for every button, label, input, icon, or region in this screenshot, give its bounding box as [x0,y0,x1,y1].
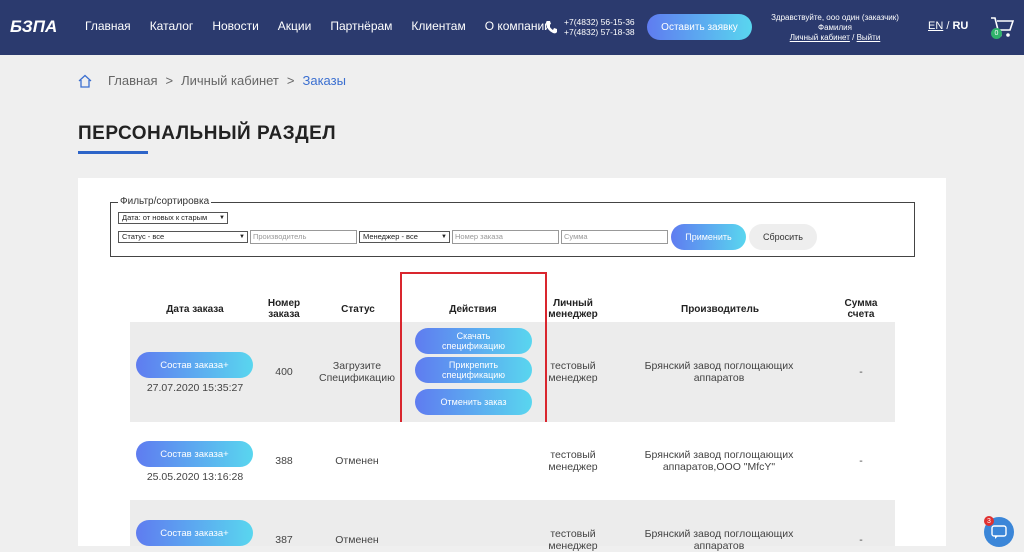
phone-1[interactable]: +7(4832) 56-15-36 [564,17,635,27]
col-header-number-line2: заказа [268,309,300,320]
actions-highlight-frame [400,272,547,434]
order-producer: Брянский завод поглощающих аппаратов [620,360,818,384]
order-status: Отменен [335,455,379,467]
breadcrumb-home[interactable]: Главная [108,73,157,88]
sum-input[interactable]: Сумма [561,230,668,244]
order-producer-line1: Брянский завод поглощающих [644,528,794,540]
nav-item-partners[interactable]: Партнёрам [330,19,392,33]
nav-item-about[interactable]: О компании [485,19,551,33]
order-number-input[interactable]: Номер заказа [452,230,559,244]
breadcrumb-cabinet[interactable]: Личный кабинет [181,73,279,88]
lang-en[interactable]: EN [928,20,943,32]
order-manager-line1: тестовый [550,528,596,540]
order-contents-button[interactable]: Состав заказа+ [136,352,253,378]
order-status: Отменен [335,534,379,546]
order-contents-button[interactable]: Состав заказа+ [136,441,253,467]
order-manager-line2: менеджер [548,372,598,384]
order-manager-line2: менеджер [548,461,598,473]
logout-link[interactable]: Выйти [857,33,881,42]
chat-unread-badge: 3 [984,516,994,526]
link-separator: / [852,33,855,42]
order-producer-line2: аппаратов [693,540,745,552]
user-block: Здравствуйте, ооо один (заказчик) Фамили… [760,13,910,43]
order-number: 388 [275,455,293,467]
title-underline [78,151,148,154]
col-header-date: Дата заказа [166,304,224,315]
logo[interactable]: БЗПА [10,16,68,36]
nav-item-news[interactable]: Новости [212,19,258,33]
cart-count-badge: 0 [991,28,1002,39]
nav-item-catalog[interactable]: Каталог [150,19,194,33]
user-surname: Фамилия [818,23,852,32]
lang-ru[interactable]: RU [952,20,968,32]
order-date: 25.05.2020 13:16:28 [146,471,244,483]
home-icon[interactable] [78,74,92,88]
chevron-down-icon: ▼ [239,234,245,240]
order-producer-line2: аппаратов [693,372,745,384]
col-header-producer: Производитель [681,304,759,315]
order-producer: Брянский завод поглощающих аппаратов,ООО… [620,449,818,473]
order-sum: - [859,366,863,378]
nav-item-clients[interactable]: Клиентам [411,19,465,33]
breadcrumb-separator: > [165,73,174,88]
manager-select[interactable]: Менеджер - все ▼ [359,231,450,243]
reset-button[interactable]: Сбросить [749,224,817,250]
col-header-number: Номер заказа [254,298,314,320]
order-manager-line1: тестовый [550,449,596,461]
col-header-sum-line2: счета [847,309,875,320]
col-header-manager-line2: менеджер [548,309,598,320]
order-manager: тестовый менеджер [540,528,606,552]
sort-select-value: Дата: от новых к старым [122,213,208,222]
col-header-manager: Личный менеджер [540,298,606,320]
language-switch: EN / RU [928,20,968,32]
breadcrumb: Главная > Личный кабинет > Заказы [78,73,346,88]
producer-input[interactable]: Производитель [250,230,357,244]
phone-icon [546,21,557,34]
order-producer-line1: Брянский завод поглощающих [644,360,794,372]
sort-select[interactable]: Дата: от новых к старым ▼ [118,212,228,224]
nav-item-home[interactable]: Главная [85,19,131,33]
page-title: ПЕРСОНАЛЬНЫЙ РАЗДЕЛ [78,123,337,144]
user-greeting: Здравствуйте, ооо один (заказчик) [771,13,899,22]
col-header-manager-line1: Личный [553,298,593,309]
cabinet-link[interactable]: Личный кабинет [790,33,850,42]
order-sum: - [859,534,863,546]
breadcrumb-separator: > [286,73,295,88]
order-manager-line2: менеджер [548,540,598,552]
filter-legend: Фильтр/сортировка [118,196,212,207]
apply-button[interactable]: Применить [671,224,746,250]
order-status-line1: Загрузите [332,360,382,372]
svg-text:БЗПА: БЗПА [10,17,57,36]
order-contents-button[interactable]: Состав заказа+ [136,520,253,546]
status-select-value: Статус - все [122,232,165,241]
status-select[interactable]: Статус - все ▼ [118,231,248,243]
order-manager: тестовый менеджер [540,449,606,473]
phone-2[interactable]: +7(4832) 57-18-38 [564,27,635,37]
col-header-number-line1: Номер [267,298,301,309]
col-header-sum: Сумма счета [830,298,892,320]
order-manager-line1: тестовый [550,360,596,372]
order-date: 27.07.2020 15:35:27 [146,382,244,394]
order-sum: - [859,455,863,467]
order-number: 400 [275,366,293,378]
chevron-down-icon: ▼ [441,234,447,240]
col-header-sum-line1: Сумма [844,298,878,309]
phones: +7(4832) 56-15-36 +7(4832) 57-18-38 [564,17,635,37]
header: БЗПА Главная Каталог Новости Акции Партн… [0,0,1024,55]
leave-request-button[interactable]: Оставить заявку [647,14,752,40]
manager-select-value: Менеджер - все [363,232,418,241]
breadcrumb-current: Заказы [302,73,346,88]
main-nav: Главная Каталог Новости Акции Партнёрам … [85,19,570,33]
order-number: 387 [275,534,293,546]
lang-separator: / [946,20,950,32]
order-producer-line1: Брянский завод поглощающих [644,449,794,461]
order-producer-line2: аппаратов,ООО "MfcY" [662,461,776,473]
order-status: Загрузите Спецификацию [312,360,402,384]
order-producer: Брянский завод поглощающих аппаратов [620,528,818,552]
col-header-status: Статус [341,304,375,315]
chevron-down-icon: ▼ [219,215,225,221]
order-status-line2: Спецификацию [319,372,395,384]
nav-item-promo[interactable]: Акции [278,19,312,33]
order-manager: тестовый менеджер [540,360,606,384]
